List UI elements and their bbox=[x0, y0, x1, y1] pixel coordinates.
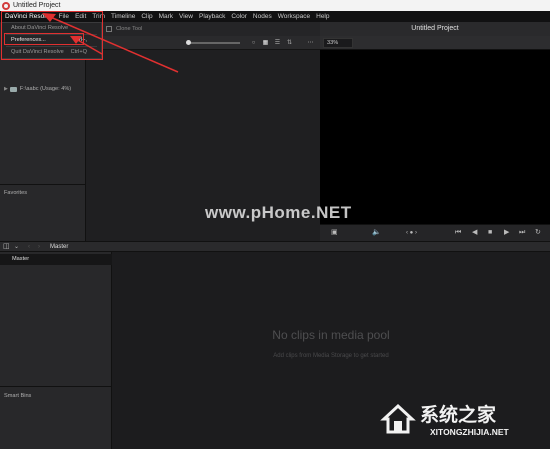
menu-edit[interactable]: Edit bbox=[72, 13, 89, 20]
menu-davinci-resolve[interactable]: DaVinci Resolve bbox=[2, 13, 56, 20]
go-to-start-icon[interactable]: ⏮ bbox=[455, 228, 461, 238]
audio-icon[interactable]: 🔈 bbox=[372, 228, 381, 238]
storage-drive-row[interactable]: ▶ F:\aabc (Usage: 4%) bbox=[4, 86, 71, 92]
menu-timeline[interactable]: Timeline bbox=[108, 13, 138, 20]
media-browser-toolbar: ○ ▦ ☰ ⇅ ⋯ bbox=[86, 36, 320, 50]
viewer-panel: Untitled Project 33% ▣ 🔈 ‹ ● › ⏮ ◀ ■ ▶ ⏭… bbox=[320, 22, 550, 241]
menu-file[interactable]: File bbox=[56, 13, 72, 20]
brand-name: 系统之家 bbox=[420, 404, 497, 426]
menu-separator bbox=[6, 34, 97, 35]
viewer-mode-icon[interactable]: ▣ bbox=[331, 228, 338, 238]
davinci-logo-icon bbox=[2, 1, 10, 10]
menu-help[interactable]: Help bbox=[313, 13, 332, 20]
bin-list-toggle-icon[interactable]: ◫ bbox=[3, 242, 10, 252]
davinci-resolve-menu: About DaVinci Resolve Preferences... Ctr… bbox=[1, 22, 102, 59]
window-title: Untitled Project bbox=[13, 2, 61, 9]
menu-mark[interactable]: Mark bbox=[156, 13, 176, 20]
favorites-label: Favorites bbox=[4, 190, 28, 196]
divider bbox=[0, 184, 86, 185]
play-reverse-icon[interactable]: ◀ bbox=[472, 228, 477, 238]
viewer-screen bbox=[320, 50, 550, 236]
list-view-icon[interactable]: ☰ bbox=[273, 39, 282, 47]
menu-view[interactable]: View bbox=[176, 13, 196, 20]
menu-playback[interactable]: Playback bbox=[196, 13, 228, 20]
forward-icon[interactable]: › bbox=[38, 242, 40, 252]
empty-pool-title: No clips in media pool bbox=[272, 328, 390, 342]
loop-icon[interactable]: ↻ bbox=[535, 228, 541, 238]
chevron-right-icon[interactable]: ▶ bbox=[4, 86, 8, 92]
bin-item-master[interactable]: Master bbox=[0, 254, 112, 265]
clone-tool-label: Clone Tool bbox=[116, 26, 143, 32]
menu-workspace[interactable]: Workspace bbox=[275, 13, 313, 20]
brand-url: XITONGZHIJIA.NET bbox=[430, 427, 509, 437]
clone-tool-icon bbox=[106, 26, 112, 32]
brand-watermark: 系统之家 XITONGZHIJIA.NET bbox=[372, 396, 550, 449]
back-icon[interactable]: ‹ bbox=[28, 242, 30, 252]
jog-control[interactable]: ‹ ● › bbox=[406, 228, 417, 238]
house-logo-icon bbox=[380, 403, 416, 434]
smart-bins-label: Smart Bins bbox=[4, 393, 32, 399]
media-pool-bar: ◫ ⌄ ‹ › Master bbox=[0, 241, 550, 252]
play-icon[interactable]: ▶ bbox=[504, 228, 509, 238]
menu-clip[interactable]: Clip bbox=[138, 13, 155, 20]
transport-controls: ▣ 🔈 ‹ ● › ⏮ ◀ ■ ▶ ⏭ ↻ bbox=[320, 224, 550, 241]
zoom-dropdown[interactable]: 33% bbox=[323, 38, 353, 48]
more-options-icon[interactable]: ⋯ bbox=[306, 39, 315, 47]
site-watermark: www.pHome.NET bbox=[205, 203, 352, 222]
menu-nodes[interactable]: Nodes bbox=[250, 13, 275, 20]
drive-icon bbox=[9, 86, 17, 92]
search-icon[interactable]: ○ bbox=[249, 39, 258, 47]
filter-icon[interactable]: ⇅ bbox=[285, 39, 294, 47]
quit-shortcut: Ctrl+Q bbox=[70, 49, 87, 55]
menu-item-preferences[interactable]: Preferences... bbox=[11, 37, 46, 43]
stop-icon[interactable]: ■ bbox=[488, 228, 492, 238]
menu-separator bbox=[6, 46, 97, 47]
preferences-shortcut: Ctrl+, bbox=[73, 37, 87, 43]
drive-label: F:\aabc (Usage: 4%) bbox=[19, 86, 72, 92]
title-bar: Untitled Project bbox=[0, 0, 550, 11]
clone-tool-bar[interactable]: Clone Tool bbox=[86, 22, 320, 36]
menu-color[interactable]: Color bbox=[228, 13, 250, 20]
grid-view-icon[interactable]: ▦ bbox=[261, 39, 270, 47]
divider bbox=[0, 386, 112, 387]
project-title: Untitled Project bbox=[320, 22, 550, 36]
menu-bar: DaVinci Resolve File Edit Trim Timeline … bbox=[0, 11, 550, 22]
chevron-down-icon[interactable]: ⌄ bbox=[14, 242, 19, 252]
media-pool-bin-title: Master bbox=[50, 244, 69, 250]
slider-handle[interactable] bbox=[186, 40, 191, 45]
menu-item-about[interactable]: About DaVinci Resolve bbox=[11, 25, 68, 31]
menu-trim[interactable]: Trim bbox=[89, 13, 108, 20]
go-to-end-icon[interactable]: ⏭ bbox=[519, 228, 525, 238]
empty-pool-subtitle: Add clips from Media Storage to get star… bbox=[273, 353, 389, 359]
viewer-toolbar: 33% bbox=[320, 36, 550, 50]
thumbnail-size-slider[interactable] bbox=[190, 42, 240, 44]
menu-item-quit[interactable]: Quit DaVinci Resolve bbox=[11, 49, 64, 55]
bin-list-panel: Master Smart Bins bbox=[0, 252, 112, 449]
